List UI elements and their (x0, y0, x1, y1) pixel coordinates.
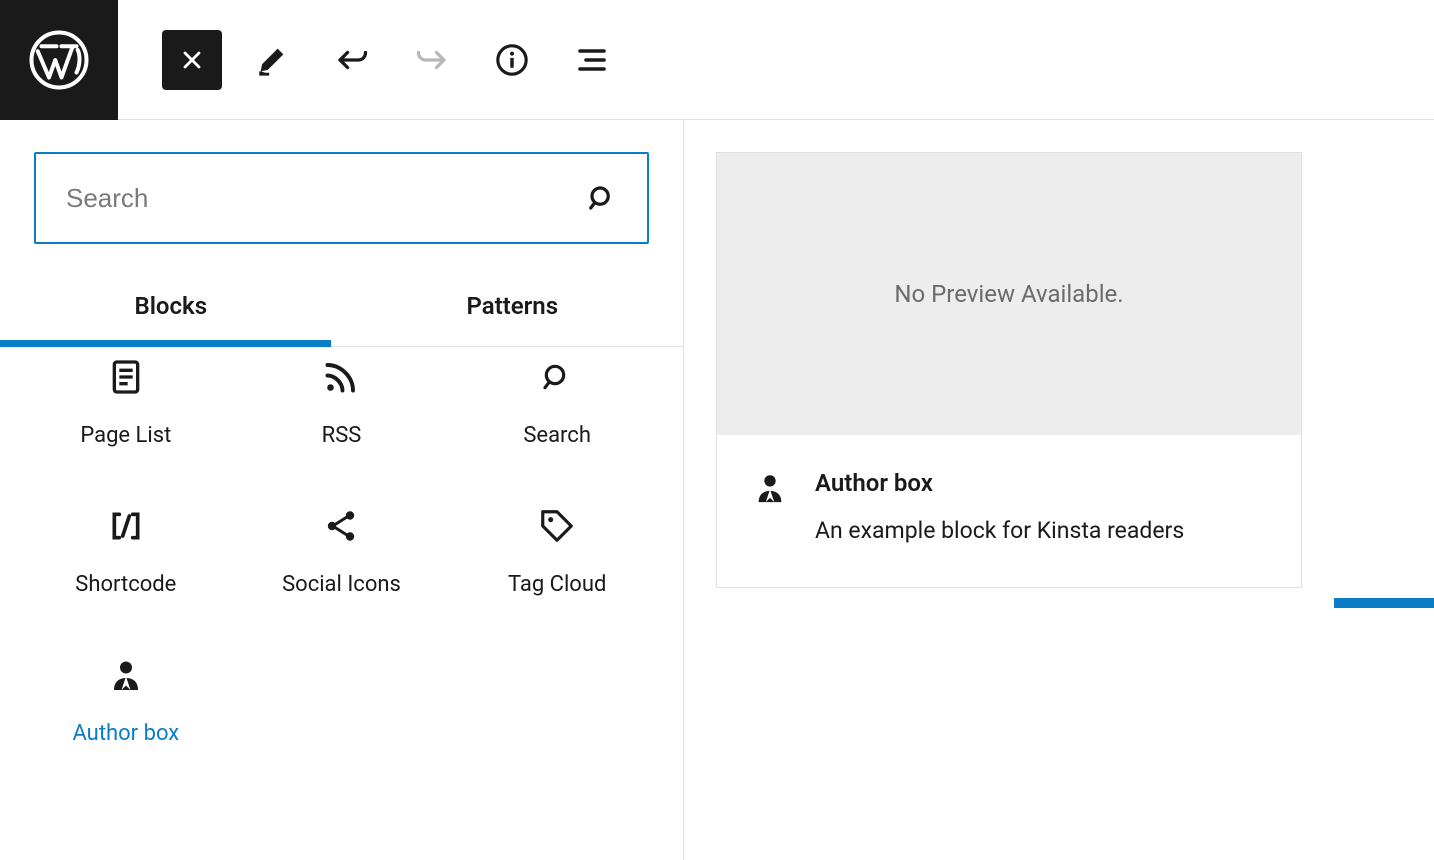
search-icon (541, 361, 573, 393)
tab-indicator (0, 340, 331, 347)
block-item-shortcode[interactable]: Shortcode (18, 496, 234, 605)
undo-icon (334, 42, 370, 78)
tab-patterns[interactable]: Patterns (342, 272, 684, 346)
preview-title: Author box (815, 469, 1184, 497)
preview-description: An example block for Kinsta readers (815, 515, 1184, 547)
preview-block-icon (753, 469, 787, 547)
undo-button[interactable] (322, 30, 382, 90)
block-label: RSS (322, 423, 362, 448)
toolbar-button-group (118, 30, 622, 90)
info-icon (495, 43, 529, 77)
close-inserter-button[interactable] (162, 30, 222, 90)
search-icon (587, 183, 617, 213)
tag-icon (538, 507, 576, 545)
tab-blocks[interactable]: Blocks (0, 272, 342, 346)
main-area: Blocks Patterns Page List (0, 120, 1434, 860)
block-label: Shortcode (75, 572, 176, 597)
block-grid: Page List RSS (0, 347, 683, 754)
block-label: Page List (80, 423, 171, 448)
page-list-icon (106, 357, 146, 397)
wordpress-logo[interactable] (0, 0, 118, 120)
search-input[interactable] (66, 183, 567, 214)
shortcode-icon (106, 506, 146, 546)
person-icon (753, 471, 787, 505)
block-item-page-list[interactable]: Page List (18, 347, 234, 456)
accent-indicator (1334, 598, 1434, 608)
preview-card: No Preview Available. Author box An exam… (716, 152, 1302, 588)
block-label: Social Icons (282, 572, 401, 597)
block-label: Tag Cloud (508, 572, 606, 597)
preview-placeholder: No Preview Available. (717, 153, 1301, 435)
block-item-tag-cloud[interactable]: Tag Cloud (449, 496, 665, 605)
close-icon (178, 46, 206, 74)
redo-icon (414, 42, 450, 78)
info-button[interactable] (482, 30, 542, 90)
person-icon (108, 657, 144, 693)
top-toolbar (0, 0, 1434, 120)
search-wrap (0, 120, 683, 244)
share-icon (323, 508, 359, 544)
block-item-social-icons[interactable]: Social Icons (234, 496, 450, 605)
block-label: Author box (72, 721, 179, 746)
search-box[interactable] (34, 152, 649, 244)
inserter-tabs: Blocks Patterns (0, 272, 683, 347)
edit-icon (255, 43, 289, 77)
outline-button[interactable] (562, 30, 622, 90)
preview-text: Author box An example block for Kinsta r… (815, 469, 1184, 547)
preview-details: Author box An example block for Kinsta r… (717, 435, 1301, 587)
block-label: Search (523, 423, 591, 448)
block-item-rss[interactable]: RSS (234, 347, 450, 456)
preview-panel: No Preview Available. Author box An exam… (684, 120, 1434, 860)
wordpress-icon (29, 30, 89, 90)
block-item-author-box[interactable]: Author box (18, 645, 234, 754)
block-inserter-panel: Blocks Patterns Page List (0, 120, 684, 860)
edit-button[interactable] (242, 30, 302, 90)
outline-icon (574, 42, 610, 78)
redo-button[interactable] (402, 30, 462, 90)
block-item-search[interactable]: Search (449, 347, 665, 456)
rss-icon (323, 359, 359, 395)
